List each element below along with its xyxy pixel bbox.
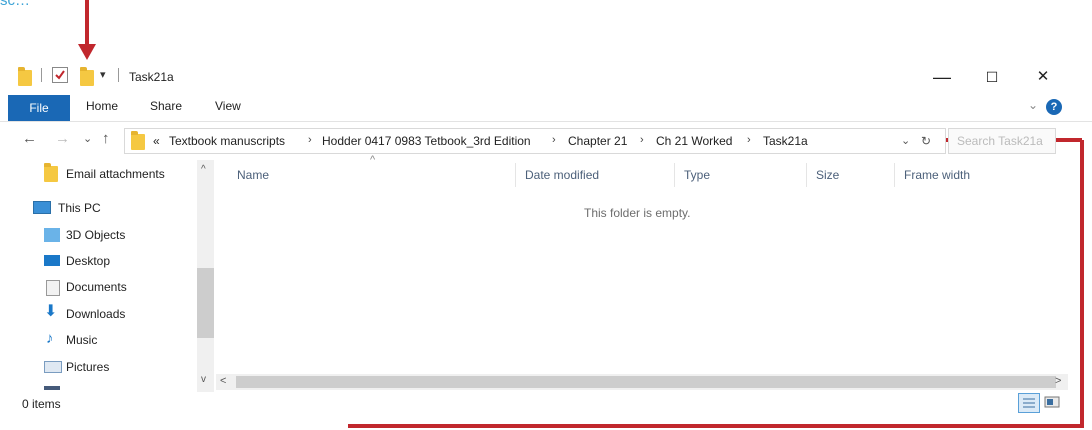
scroll-right-icon[interactable]: >: [1055, 375, 1061, 387]
column-separator[interactable]: [674, 163, 675, 187]
breadcrumb-item[interactable]: Textbook manuscripts: [169, 134, 285, 148]
minimize-button[interactable]: —: [927, 66, 957, 88]
title-separator: [41, 68, 42, 82]
column-header-date-modified[interactable]: Date modified: [525, 168, 599, 182]
column-separator[interactable]: [894, 163, 895, 187]
document-icon: [46, 280, 60, 296]
nav-item-music[interactable]: Music: [66, 333, 97, 347]
breadcrumb-separator[interactable]: ›: [640, 134, 644, 146]
horizontal-scroll-thumb[interactable]: [236, 376, 1056, 388]
recent-locations-button[interactable]: ⌄: [83, 132, 92, 145]
ribbon-tabs: File Home Share View ⌄ ?: [0, 95, 1092, 122]
content-horizontal-scrollbar[interactable]: <: [216, 374, 1068, 390]
tab-share[interactable]: Share: [150, 99, 182, 113]
status-item-count: 0 items: [22, 397, 61, 411]
address-bar[interactable]: « Textbook manuscripts › Hodder 0417 098…: [124, 128, 946, 154]
nav-item-3d-objects[interactable]: 3D Objects: [66, 228, 125, 242]
download-icon: ⬇: [44, 303, 58, 320]
column-separator[interactable]: [515, 163, 516, 187]
folder-icon: [44, 163, 58, 182]
breadcrumb-item-current[interactable]: Task21a: [763, 134, 808, 148]
search-input[interactable]: Search Task21a: [948, 128, 1056, 154]
nav-item-documents[interactable]: Documents: [66, 280, 127, 294]
empty-folder-message: This folder is empty.: [584, 206, 691, 220]
breadcrumb-separator[interactable]: ›: [308, 134, 312, 146]
breadcrumb-item[interactable]: Hodder 0417 0983 Tetbook_3rd Edition: [322, 134, 531, 148]
tab-file[interactable]: File: [8, 95, 70, 121]
nav-scrollbar[interactable]: ^ v: [197, 160, 214, 392]
up-button[interactable]: ↑: [102, 130, 110, 147]
title-bar: ▾ Task21a — ☐ ✕: [0, 62, 1092, 92]
details-view-icon[interactable]: [1018, 393, 1040, 413]
scroll-left-icon[interactable]: <: [220, 375, 226, 387]
videos-icon: [44, 386, 60, 390]
search-placeholder: Search Task21a: [957, 134, 1043, 148]
address-dropdown-icon[interactable]: ⌄: [901, 134, 910, 147]
close-button[interactable]: ✕: [1028, 66, 1058, 88]
breadcrumb-item[interactable]: Chapter 21: [568, 134, 627, 148]
tab-view[interactable]: View: [215, 99, 241, 113]
column-header-size[interactable]: Size: [816, 168, 839, 182]
maximize-button[interactable]: ☐: [977, 66, 1007, 88]
new-folder-icon[interactable]: [80, 67, 94, 86]
picture-icon: [44, 361, 62, 373]
expand-ribbon-icon[interactable]: ⌄: [1028, 98, 1038, 112]
forward-button[interactable]: →: [55, 130, 70, 147]
nav-item-downloads[interactable]: Downloads: [66, 307, 125, 321]
breadcrumb-separator[interactable]: ›: [552, 134, 556, 146]
nav-item-this-pc[interactable]: This PC: [58, 201, 101, 215]
column-separator[interactable]: [806, 163, 807, 187]
desktop-icon: [44, 255, 60, 266]
sort-indicator-icon: ^: [370, 154, 376, 166]
customize-toolbar-icon[interactable]: ▾: [100, 68, 106, 81]
folder-icon: [131, 131, 145, 150]
music-icon: ♪: [46, 330, 54, 347]
column-header-type[interactable]: Type: [684, 168, 710, 182]
navigation-pane: Email attachments This PC 3D Objects Des…: [0, 160, 214, 392]
column-header-name[interactable]: Name: [237, 168, 269, 182]
scroll-down-icon[interactable]: v: [201, 374, 206, 385]
properties-icon[interactable]: [52, 67, 68, 83]
breadcrumb-item[interactable]: Ch 21 Worked: [656, 134, 732, 148]
nav-item-desktop[interactable]: Desktop: [66, 254, 110, 268]
large-icons-view-icon[interactable]: [1042, 393, 1062, 411]
tab-home[interactable]: Home: [86, 99, 118, 113]
window-title: Task21a: [129, 70, 174, 84]
folder-icon: [18, 67, 32, 86]
breadcrumb-separator[interactable]: ›: [747, 134, 751, 146]
column-header-frame-width[interactable]: Frame width: [904, 168, 970, 182]
nav-item-email-attachments[interactable]: Email attachments: [66, 167, 165, 181]
scroll-up-icon[interactable]: ^: [201, 164, 206, 175]
nav-scroll-thumb[interactable]: [197, 268, 214, 338]
cube-icon: [44, 228, 60, 242]
title-separator: [118, 68, 119, 82]
breadcrumb-overflow[interactable]: «: [153, 134, 160, 148]
computer-icon: [33, 201, 51, 214]
address-row: ← → ⌄ ↑ « Textbook manuscripts › Hodder …: [0, 125, 1092, 155]
refresh-icon[interactable]: ↻: [921, 134, 931, 148]
help-icon[interactable]: ?: [1046, 99, 1062, 115]
nav-item-pictures[interactable]: Pictures: [66, 360, 109, 374]
back-button[interactable]: ←: [22, 130, 37, 147]
